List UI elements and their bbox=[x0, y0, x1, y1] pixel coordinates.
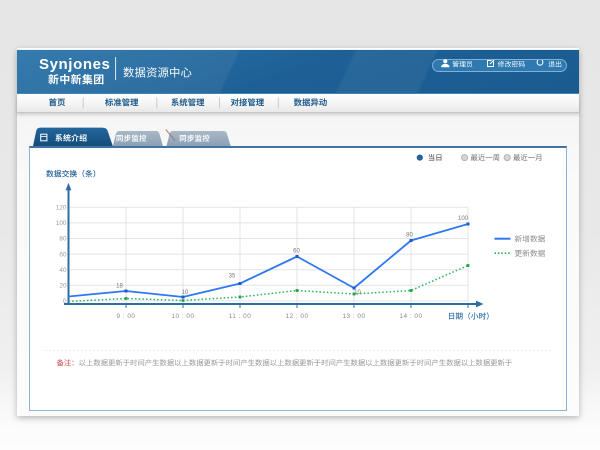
svg-text:18: 18 bbox=[116, 284, 123, 290]
svg-text:100: 100 bbox=[458, 216, 469, 222]
svg-text:13 : 00: 13 : 00 bbox=[342, 313, 365, 320]
svg-text:0: 0 bbox=[63, 298, 67, 305]
svg-text:10: 10 bbox=[182, 290, 189, 296]
svg-text:14 : 00: 14 : 00 bbox=[399, 313, 422, 320]
svg-text:80: 80 bbox=[406, 233, 413, 239]
svg-text:10 : 00: 10 : 00 bbox=[171, 313, 194, 320]
svg-text:40: 40 bbox=[59, 267, 67, 274]
svg-text:120: 120 bbox=[56, 205, 67, 212]
svg-text:80: 80 bbox=[59, 236, 67, 243]
svg-text:10: 10 bbox=[354, 290, 361, 296]
svg-text:9 : 00: 9 : 00 bbox=[117, 313, 136, 320]
svg-text:35: 35 bbox=[229, 274, 236, 280]
svg-text:11 : 00: 11 : 00 bbox=[229, 313, 252, 320]
svg-text:100: 100 bbox=[56, 220, 67, 227]
svg-text:60: 60 bbox=[59, 251, 67, 258]
svg-text:60: 60 bbox=[293, 249, 300, 255]
svg-text:20: 20 bbox=[59, 283, 67, 290]
svg-text:12 : 00: 12 : 00 bbox=[285, 313, 308, 320]
